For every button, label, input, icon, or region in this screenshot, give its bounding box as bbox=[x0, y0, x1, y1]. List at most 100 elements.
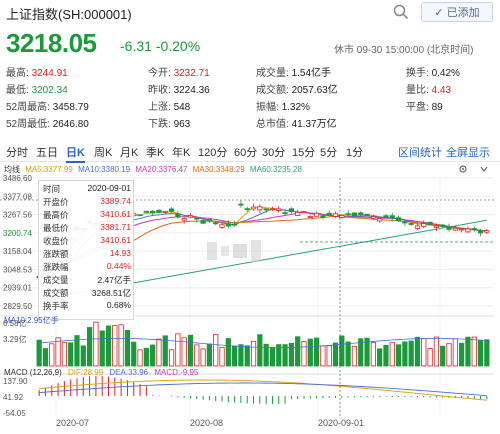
volume-bar bbox=[143, 347, 149, 367]
check-icon: ✓ bbox=[434, 6, 444, 19]
x-label-july: 2020-07 bbox=[56, 418, 90, 428]
macd-legend: MACD (12,26,9) DIF:28.99 DEA:33.96 MACD:… bbox=[4, 368, 198, 377]
candle-body bbox=[282, 212, 288, 214]
volume-bar bbox=[187, 334, 194, 367]
candle-body bbox=[225, 223, 231, 227]
volume-bar bbox=[301, 341, 307, 367]
x-label-sep-01: 2020-09-01 bbox=[318, 418, 365, 428]
candle-body bbox=[295, 211, 301, 216]
price-change: -6.31 -0.20% bbox=[120, 38, 200, 54]
candle-body bbox=[168, 208, 175, 212]
volume-bar bbox=[295, 336, 301, 367]
tab-120min[interactable]: 120分 bbox=[198, 144, 227, 160]
volume-bar bbox=[307, 338, 313, 367]
x-label-august: 2020-08 bbox=[190, 418, 224, 428]
tooltip-row-close: 收盘价 3410.61 bbox=[43, 235, 131, 246]
volume-bar bbox=[440, 345, 446, 367]
volume-bar bbox=[414, 336, 421, 367]
volume-bar bbox=[452, 338, 458, 367]
change-percent: -0.20% bbox=[155, 38, 201, 54]
tooltip-row-turnover: 成交额 3268.51亿 bbox=[43, 288, 131, 298]
gear-icon[interactable] bbox=[452, 164, 474, 174]
volume-bar bbox=[168, 349, 175, 367]
ma30-value: MA30:3348.29 bbox=[192, 165, 245, 174]
volume-bar bbox=[80, 345, 86, 367]
candle-body bbox=[484, 230, 490, 233]
chevron-down-icon[interactable] bbox=[474, 164, 494, 174]
search-icon[interactable] bbox=[392, 3, 410, 21]
tab-yearly-k[interactable]: 年K bbox=[172, 144, 190, 160]
candle-body bbox=[250, 206, 257, 210]
tab-daily-k[interactable]: 日K bbox=[66, 144, 85, 163]
candle-body bbox=[471, 228, 477, 230]
tab-30min[interactable]: 30分 bbox=[262, 144, 285, 160]
tab-timeshare[interactable]: 分时 bbox=[6, 144, 28, 160]
candle-body bbox=[446, 226, 452, 230]
tab-60min[interactable]: 60分 bbox=[234, 144, 257, 160]
volume-bar bbox=[194, 344, 200, 367]
tab-monthly-k[interactable]: 月K bbox=[120, 144, 138, 160]
tab-5day[interactable]: 五日 bbox=[36, 144, 58, 160]
candle-body bbox=[358, 212, 364, 215]
volume-axis-label: 3.29亿 bbox=[3, 334, 27, 344]
tab-1min[interactable]: 1分 bbox=[346, 144, 363, 160]
volume-bar bbox=[206, 343, 213, 367]
macd-axis-label: -54.05 bbox=[3, 409, 26, 418]
stat-volume: 成交量: 1.54亿手 bbox=[256, 68, 332, 79]
fullscreen-link[interactable]: 全屏显示 bbox=[446, 144, 490, 160]
volume-bar bbox=[345, 341, 351, 367]
tab-quarterly-k[interactable]: 季K bbox=[146, 144, 164, 160]
volume-bar bbox=[465, 336, 471, 367]
ma20-value: MA20:3376.47 bbox=[135, 165, 188, 174]
volume-bar bbox=[124, 330, 131, 367]
volume-bar bbox=[446, 343, 452, 367]
volume-bar bbox=[313, 337, 320, 367]
stat-prev-close: 昨收: 3224.36 bbox=[148, 85, 210, 96]
volume-bar bbox=[326, 345, 332, 367]
ma-label[interactable]: 均线 bbox=[4, 165, 20, 174]
macd-label: MACD (12,26,9) bbox=[4, 368, 62, 377]
candle-body bbox=[477, 230, 484, 234]
candle-body bbox=[421, 223, 427, 227]
candle-body bbox=[194, 217, 200, 220]
volume-bar bbox=[150, 344, 156, 367]
candle-body bbox=[187, 215, 194, 218]
volume-bar bbox=[156, 338, 162, 367]
change-value: -6.31 bbox=[120, 38, 152, 54]
current-price: 3218.05 bbox=[6, 28, 97, 58]
candle-body bbox=[440, 224, 446, 227]
volume-bar bbox=[49, 343, 55, 367]
volume-bar bbox=[105, 325, 112, 367]
volume-bar bbox=[232, 345, 238, 367]
tab-15min[interactable]: 15分 bbox=[292, 144, 315, 160]
candle-body bbox=[206, 219, 213, 222]
tab-5min[interactable]: 5分 bbox=[320, 144, 337, 160]
volume-bar bbox=[137, 349, 143, 367]
volume-bar bbox=[68, 342, 74, 367]
stat-down-count: 下跌: 963 bbox=[148, 119, 191, 130]
stat-52wk-low: 52周最低: 2646.80 bbox=[6, 119, 89, 130]
candle-body bbox=[377, 218, 383, 222]
candle-body bbox=[156, 209, 162, 213]
volume-bar bbox=[225, 338, 231, 367]
tooltip-row-low: 最低价 3381.71 bbox=[43, 222, 131, 233]
candle-body bbox=[364, 213, 370, 216]
volume-bar bbox=[471, 336, 477, 367]
price-axis-label: 3200.74 bbox=[3, 229, 32, 238]
volume-bar bbox=[213, 334, 219, 367]
interval-stats-link[interactable]: 区间统计 bbox=[398, 144, 442, 160]
volume-bar bbox=[112, 325, 118, 367]
candle-body bbox=[219, 224, 225, 228]
volume-bar bbox=[408, 340, 414, 367]
volume-bar bbox=[99, 330, 105, 367]
tab-weekly-k[interactable]: 周K bbox=[94, 144, 112, 160]
ma60-value: MA60:3235.28 bbox=[249, 165, 302, 174]
volume-bar bbox=[250, 340, 257, 367]
candle-body bbox=[288, 208, 294, 212]
volume-bar bbox=[383, 344, 389, 367]
added-to-watchlist-button[interactable]: ✓ 已添加 bbox=[421, 2, 493, 22]
candle-body bbox=[257, 206, 263, 211]
added-label: 已添加 bbox=[446, 7, 480, 19]
candle-body bbox=[465, 228, 471, 233]
volume-bar bbox=[320, 345, 326, 367]
